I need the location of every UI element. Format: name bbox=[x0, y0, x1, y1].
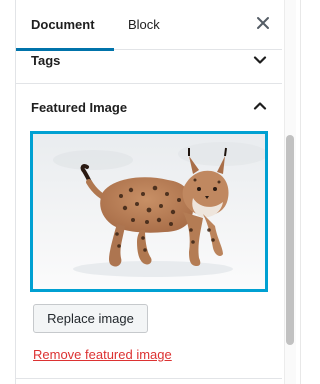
panel-divider bbox=[16, 378, 282, 379]
tab-document[interactable]: Document bbox=[16, 0, 114, 51]
scrollbar-thumb[interactable] bbox=[286, 135, 294, 345]
tab-block[interactable]: Block bbox=[128, 0, 160, 50]
lynx-photo bbox=[33, 134, 265, 289]
tags-panel[interactable]: Tags bbox=[16, 50, 282, 84]
featured-image-preview[interactable] bbox=[30, 131, 268, 292]
featured-image-panel-title[interactable]: Featured Image bbox=[31, 100, 127, 115]
featured-image-panel: Featured Image Replace image Remove feat… bbox=[16, 84, 282, 384]
chevron-up-icon[interactable] bbox=[253, 99, 267, 113]
tab-document-label: Document bbox=[31, 17, 95, 32]
tags-panel-title: Tags bbox=[31, 53, 61, 68]
sidebar-tabs: Document Block bbox=[16, 0, 282, 51]
replace-image-button[interactable]: Replace image bbox=[33, 304, 148, 333]
chevron-down-icon[interactable] bbox=[253, 53, 267, 67]
tab-block-label: Block bbox=[128, 17, 160, 32]
close-icon[interactable] bbox=[256, 16, 270, 30]
remove-featured-image-link[interactable]: Remove featured image bbox=[33, 347, 172, 362]
document-sidebar: Document Block Tags Featured Image Repla… bbox=[15, 0, 282, 384]
window-edge bbox=[300, 0, 310, 384]
